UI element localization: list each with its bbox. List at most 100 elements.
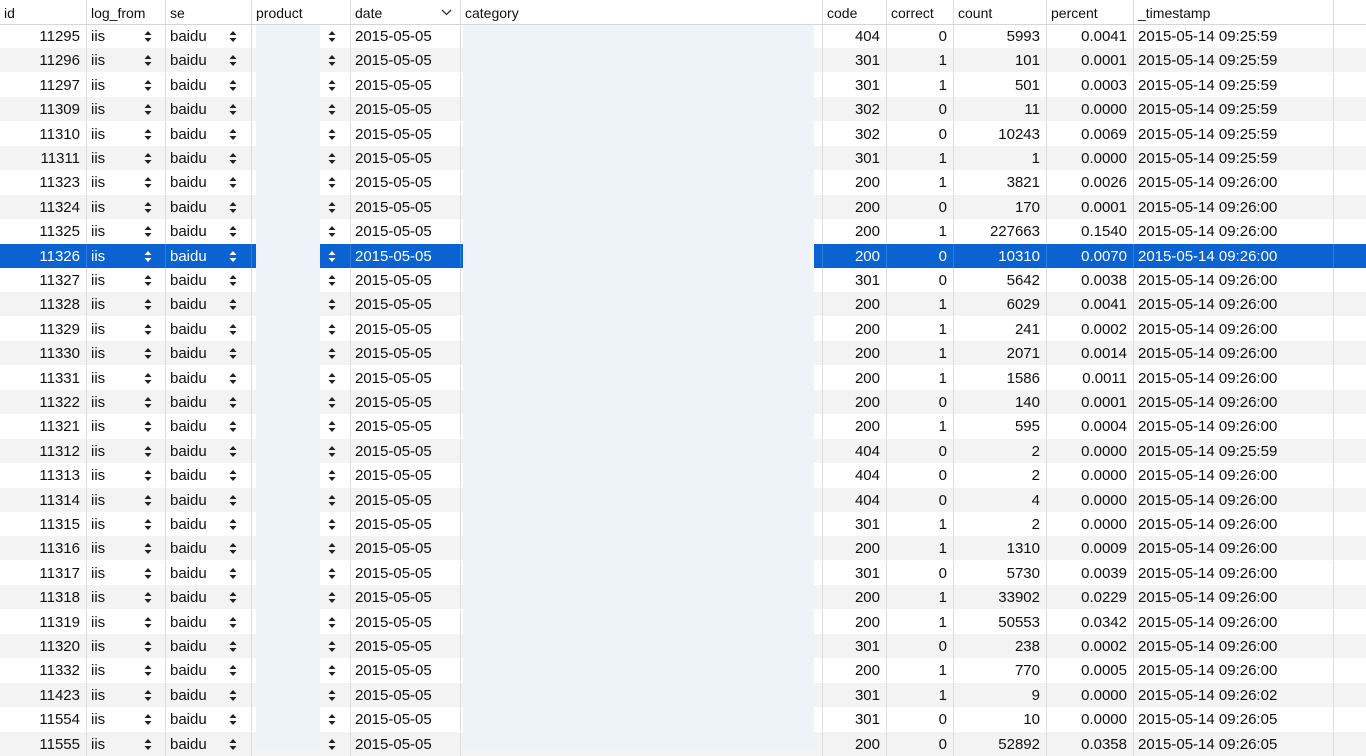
cell-count[interactable]: 241	[953, 317, 1046, 341]
cell-se[interactable]: baidu	[165, 292, 251, 316]
cell-id[interactable]: 11326	[0, 244, 86, 268]
cell-date[interactable]: 2015-05-05	[350, 390, 460, 414]
cell-id[interactable]: 11314	[0, 488, 86, 512]
up-down-stepper-icon[interactable]	[328, 420, 336, 433]
up-down-stepper-icon[interactable]	[229, 79, 237, 92]
cell-se[interactable]: baidu	[165, 219, 251, 243]
cell-correct[interactable]: 0	[886, 439, 953, 463]
cell-se[interactable]: baidu	[165, 463, 251, 487]
cell-count[interactable]: 10310	[953, 244, 1046, 268]
cell-se[interactable]: baidu	[165, 585, 251, 609]
cell-log-from[interactable]: iis	[86, 610, 165, 634]
up-down-stepper-icon[interactable]	[229, 225, 237, 238]
cell-date[interactable]: 2015-05-05	[350, 366, 460, 390]
cell-id[interactable]: 11332	[0, 658, 86, 682]
cell-se[interactable]: baidu	[165, 48, 251, 72]
cell-timestamp[interactable]: 2015-05-14 09:26:00	[1133, 341, 1333, 365]
up-down-stepper-icon[interactable]	[229, 713, 237, 726]
up-down-stepper-icon[interactable]	[328, 103, 336, 116]
cell-count[interactable]: 50553	[953, 610, 1046, 634]
cell-log-from[interactable]: iis	[86, 463, 165, 487]
column-header-category[interactable]: category	[460, 0, 822, 24]
cell-spacer[interactable]	[1333, 414, 1366, 438]
cell-code[interactable]: 200	[822, 195, 886, 219]
cell-se[interactable]: baidu	[165, 634, 251, 658]
cell-date[interactable]: 2015-05-05	[350, 463, 460, 487]
cell-correct[interactable]: 1	[886, 610, 953, 634]
cell-log-from[interactable]: iis	[86, 707, 165, 731]
cell-id[interactable]: 11330	[0, 341, 86, 365]
column-header-percent[interactable]: percent	[1046, 0, 1133, 24]
cell-code[interactable]: 301	[822, 268, 886, 292]
up-down-stepper-icon[interactable]	[144, 225, 152, 238]
cell-log-from[interactable]: iis	[86, 292, 165, 316]
up-down-stepper-icon[interactable]	[144, 372, 152, 385]
up-down-stepper-icon[interactable]	[229, 372, 237, 385]
up-down-stepper-icon[interactable]	[144, 201, 152, 214]
cell-id[interactable]: 11310	[0, 122, 86, 146]
cell-se[interactable]: baidu	[165, 488, 251, 512]
cell-date[interactable]: 2015-05-05	[350, 707, 460, 731]
cell-date[interactable]: 2015-05-05	[350, 439, 460, 463]
cell-log-from[interactable]: iis	[86, 585, 165, 609]
cell-percent[interactable]: 0.0342	[1046, 610, 1133, 634]
cell-timestamp[interactable]: 2015-05-14 09:26:00	[1133, 268, 1333, 292]
cell-correct[interactable]: 1	[886, 146, 953, 170]
up-down-stepper-icon[interactable]	[144, 250, 152, 263]
cell-spacer[interactable]	[1333, 122, 1366, 146]
up-down-stepper-icon[interactable]	[229, 664, 237, 677]
column-header-code[interactable]: code	[822, 0, 886, 24]
cell-code[interactable]: 200	[822, 244, 886, 268]
cell-log-from[interactable]: iis	[86, 244, 165, 268]
cell-id[interactable]: 11316	[0, 536, 86, 560]
cell-correct[interactable]: 1	[886, 683, 953, 707]
cell-count[interactable]: 770	[953, 658, 1046, 682]
cell-spacer[interactable]	[1333, 512, 1366, 536]
cell-spacer[interactable]	[1333, 707, 1366, 731]
cell-timestamp[interactable]: 2015-05-14 09:26:00	[1133, 219, 1333, 243]
cell-percent[interactable]: 0.0000	[1046, 488, 1133, 512]
cell-spacer[interactable]	[1333, 366, 1366, 390]
cell-count[interactable]: 1310	[953, 536, 1046, 560]
cell-timestamp[interactable]: 2015-05-14 09:26:02	[1133, 683, 1333, 707]
column-header-correct[interactable]: correct	[886, 0, 953, 24]
cell-timestamp[interactable]: 2015-05-14 09:26:00	[1133, 317, 1333, 341]
cell-spacer[interactable]	[1333, 610, 1366, 634]
cell-se[interactable]: baidu	[165, 658, 251, 682]
cell-correct[interactable]: 1	[886, 341, 953, 365]
up-down-stepper-icon[interactable]	[144, 152, 152, 165]
cell-correct[interactable]: 1	[886, 585, 953, 609]
cell-correct[interactable]: 0	[886, 707, 953, 731]
column-header-id[interactable]: id	[0, 0, 86, 24]
cell-date[interactable]: 2015-05-05	[350, 536, 460, 560]
up-down-stepper-icon[interactable]	[229, 152, 237, 165]
up-down-stepper-icon[interactable]	[328, 201, 336, 214]
up-down-stepper-icon[interactable]	[328, 518, 336, 531]
up-down-stepper-icon[interactable]	[229, 128, 237, 141]
cell-spacer[interactable]	[1333, 585, 1366, 609]
cell-spacer[interactable]	[1333, 536, 1366, 560]
cell-log-from[interactable]: iis	[86, 439, 165, 463]
cell-percent[interactable]: 0.0038	[1046, 268, 1133, 292]
cell-percent[interactable]: 0.0014	[1046, 341, 1133, 365]
cell-spacer[interactable]	[1333, 341, 1366, 365]
up-down-stepper-icon[interactable]	[144, 713, 152, 726]
up-down-stepper-icon[interactable]	[229, 567, 237, 580]
cell-percent[interactable]: 0.0041	[1046, 292, 1133, 316]
cell-se[interactable]: baidu	[165, 341, 251, 365]
cell-code[interactable]: 200	[822, 732, 886, 756]
cell-timestamp[interactable]: 2015-05-14 09:26:00	[1133, 488, 1333, 512]
cell-log-from[interactable]: iis	[86, 170, 165, 194]
cell-id[interactable]: 11318	[0, 585, 86, 609]
up-down-stepper-icon[interactable]	[144, 103, 152, 116]
cell-correct[interactable]: 0	[886, 244, 953, 268]
cell-spacer[interactable]	[1333, 97, 1366, 121]
cell-log-from[interactable]: iis	[86, 414, 165, 438]
up-down-stepper-icon[interactable]	[144, 640, 152, 653]
up-down-stepper-icon[interactable]	[229, 250, 237, 263]
cell-percent[interactable]: 0.0005	[1046, 658, 1133, 682]
cell-percent[interactable]: 0.0000	[1046, 97, 1133, 121]
cell-correct[interactable]: 0	[886, 732, 953, 756]
cell-se[interactable]: baidu	[165, 732, 251, 756]
cell-percent[interactable]: 0.0069	[1046, 122, 1133, 146]
